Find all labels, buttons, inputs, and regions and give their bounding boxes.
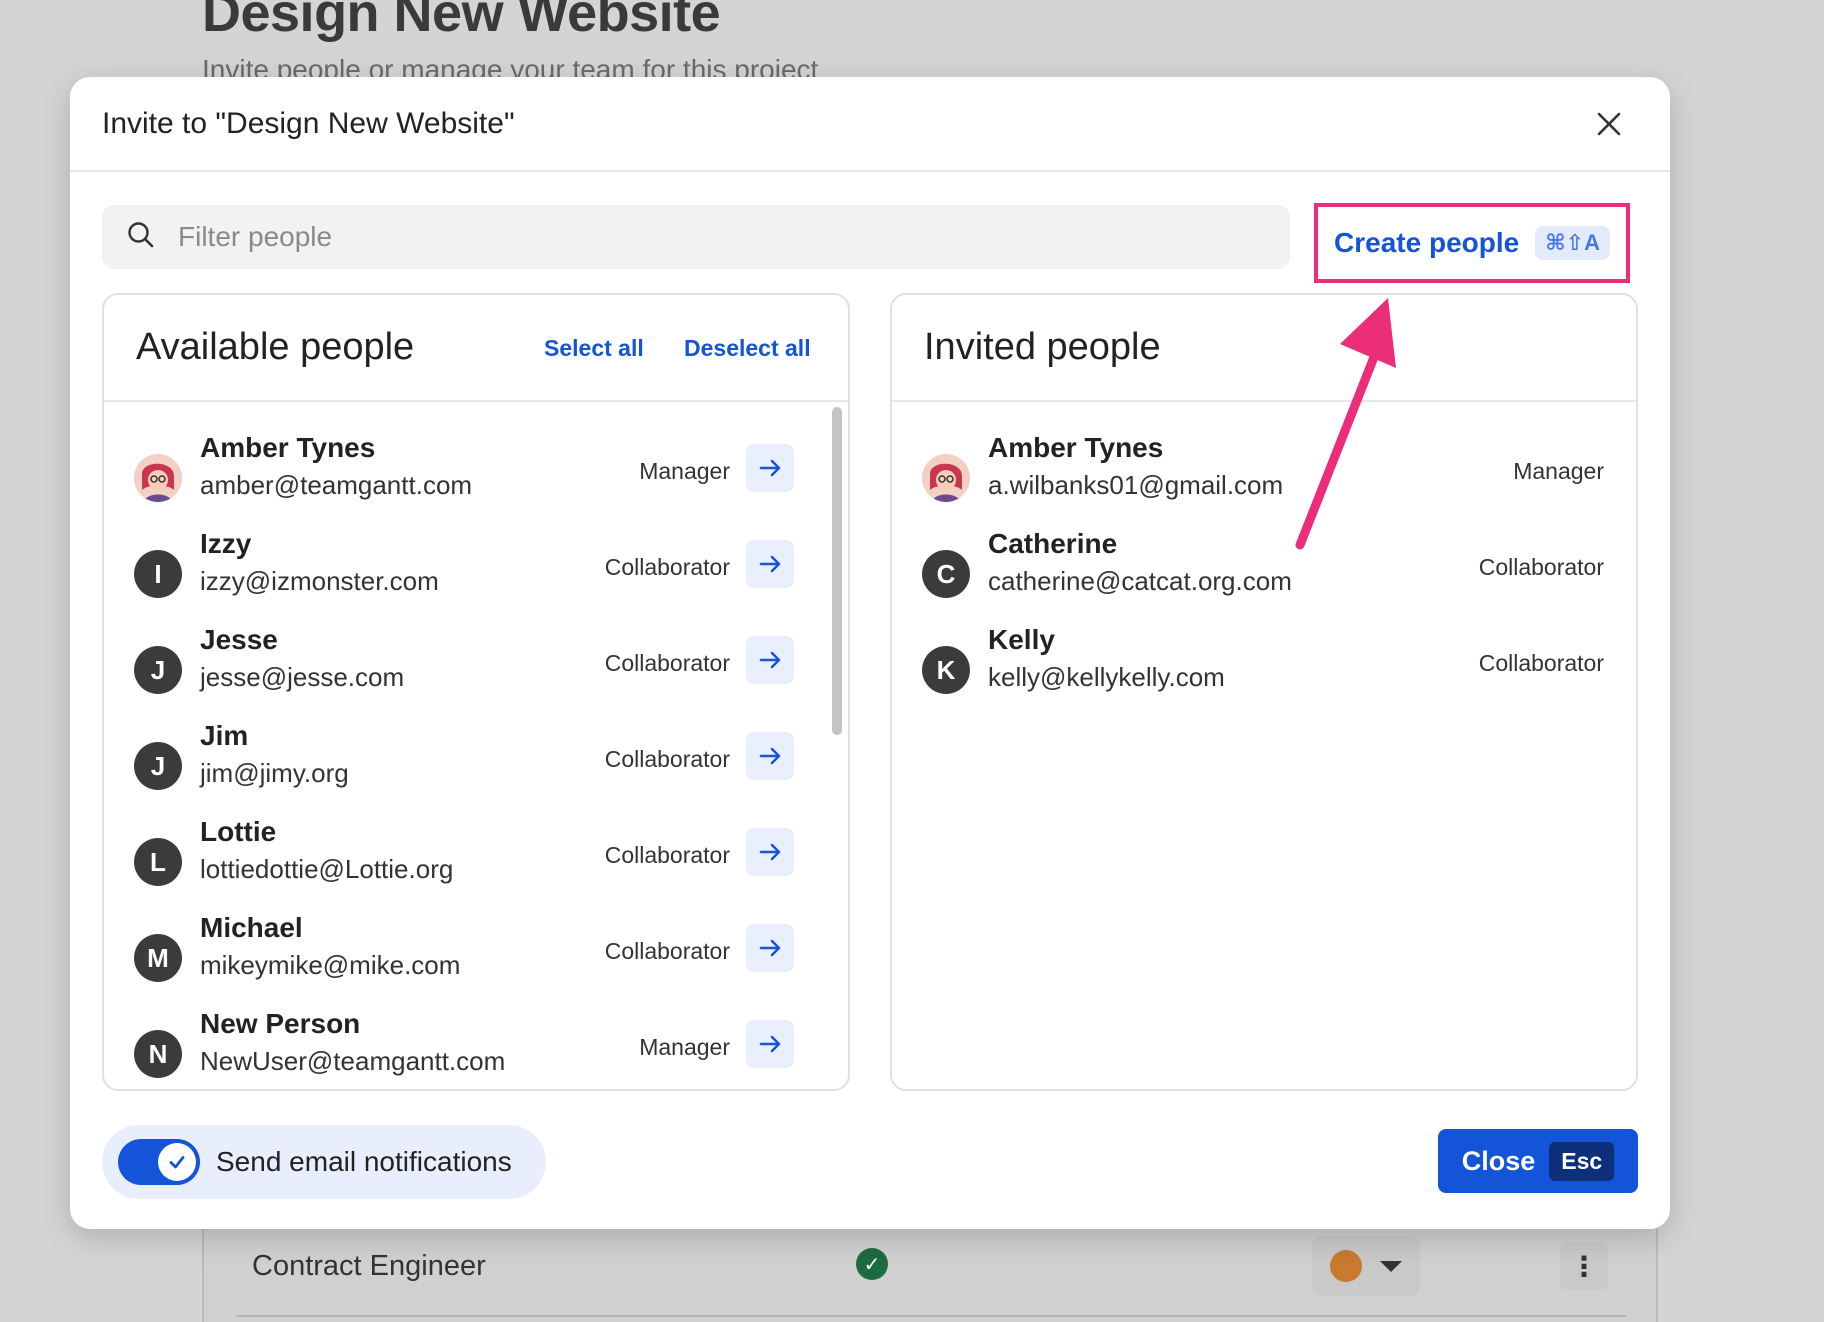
arrow-right-icon[interactable] [746,636,794,684]
person-row[interactable]: N New Person NewUser@teamgantt.com Manager [104,1008,848,1089]
person-row[interactable]: J Jim jim@jimy.org Collaborator [104,720,848,816]
avatar: J [134,742,182,790]
person-email: NewUser@teamgantt.com [200,1046,506,1076]
search-icon [126,220,156,255]
avatar: K [922,646,970,694]
close-button[interactable]: Close Esc [1438,1129,1638,1193]
filter-people-field[interactable] [102,205,1290,269]
kebab-menu-icon[interactable]: ⋮ [1560,1242,1608,1290]
person-email: mikeymike@mike.com [200,950,461,980]
check-icon [158,1143,196,1181]
caret-down-icon [1380,1260,1402,1272]
person-name: Michael [200,912,303,943]
person-role: Manager [639,458,730,484]
person-name: Amber Tynes [200,432,376,463]
arrow-right-icon[interactable] [746,540,794,588]
background-row-label: Contract Engineer [252,1250,486,1282]
avatar: N [134,1030,182,1078]
person-row[interactable]: M Michael mikeymike@mike.com Collaborator [104,912,848,1008]
modal-header: Invite to "Design New Website" [70,77,1670,172]
arrow-right-icon[interactable] [746,1020,794,1068]
person-email: kelly@kellykelly.com [988,662,1225,692]
person-row[interactable]: Amber Tynes amber@teamgantt.com Manager [104,432,848,528]
person-email: jim@jimy.org [200,758,349,788]
toggle-switch[interactable] [118,1139,200,1185]
close-icon[interactable] [1592,107,1626,141]
available-people-panel: Available people Select all Deselect all… [102,293,850,1091]
person-name: Catherine [988,528,1118,559]
person-role: Collaborator [604,938,730,964]
person-email: amber@teamgantt.com [200,470,473,500]
person-row[interactable]: J Jesse jesse@jesse.com Collaborator [104,624,848,720]
person-row[interactable]: C Catherine catherine@catcat.org.com Collab… [892,528,1636,624]
person-email: izzy@izmonster.com [200,566,439,596]
invited-people-panel: Invited people Amber Tynes a.wilbanks01@g… [890,293,1638,1091]
avatar: J [134,646,182,694]
invited-people-header: Invited people [892,295,1636,402]
scrollbar-thumb[interactable] [832,407,842,735]
invited-people-title: Invited people [924,326,1161,368]
invite-modal: Invite to "Design New Website" Create pe… [70,77,1670,1229]
person-email: jesse@jesse.com [200,662,405,692]
color-dot [1330,1250,1362,1282]
arrow-right-icon[interactable] [746,924,794,972]
avatar: M [134,934,182,982]
person-role: Collaborator [604,650,730,676]
person-role: Collaborator [1478,554,1604,580]
avatar: I [134,550,182,598]
color-select[interactable] [1312,1236,1420,1296]
create-people-shortcut: ⌘⇧A [1535,226,1610,260]
person-name: New Person [200,1008,361,1039]
person-role: Collaborator [1478,650,1604,676]
avatar [922,454,970,502]
modal-title: Invite to "Design New Website" [102,106,515,140]
person-role: Collaborator [604,842,730,868]
divider [236,1315,1626,1317]
create-people-button[interactable]: Create people ⌘⇧A [1314,203,1630,283]
person-name: Izzy [200,528,252,559]
person-row[interactable]: I Izzy izzy@izmonster.com Collaborator [104,528,848,624]
person-name: Kelly [988,624,1055,655]
create-people-label: Create people [1334,227,1520,258]
filter-people-input[interactable] [178,221,1178,253]
arrow-right-icon[interactable] [746,828,794,876]
person-email: catherine@catcat.org.com [988,566,1292,596]
person-name: Amber Tynes [988,432,1164,463]
select-all-link[interactable]: Select all [544,335,644,362]
arrow-right-icon[interactable] [746,732,794,780]
check-circle-icon: ✓ [856,1248,888,1280]
avatar [134,454,182,502]
person-role: Manager [639,1034,730,1060]
background-page-title: Design New Website [202,0,721,43]
scrollbar[interactable] [832,407,842,1087]
person-row[interactable]: Amber Tynes a.wilbanks01@gmail.com Manager [892,432,1636,528]
person-name: Lottie [200,816,277,847]
arrow-right-icon[interactable] [746,444,794,492]
available-people-title: Available people [136,326,415,368]
deselect-all-link[interactable]: Deselect all [684,335,811,362]
send-email-notifications-label: Send email notifications [216,1146,512,1177]
person-row[interactable]: L Lottie lottiedottie@Lottie.org Collaborat… [104,816,848,912]
person-role: Collaborator [604,554,730,580]
available-people-header: Available people Select all Deselect all [104,295,848,402]
avatar: L [134,838,182,886]
send-email-notifications-toggle[interactable]: Send email notifications [102,1125,546,1199]
person-role: Collaborator [604,746,730,772]
person-email: lottiedottie@Lottie.org [200,854,454,884]
person-role: Manager [1513,458,1604,484]
avatar: C [922,550,970,598]
person-row[interactable]: K Kelly kelly@kellykelly.com Collaborator [892,624,1636,720]
person-email: a.wilbanks01@gmail.com [988,470,1284,500]
person-name: Jim [200,720,249,751]
close-button-label: Close [1461,1145,1536,1176]
person-name: Jesse [200,624,278,655]
close-shortcut: Esc [1549,1141,1615,1181]
